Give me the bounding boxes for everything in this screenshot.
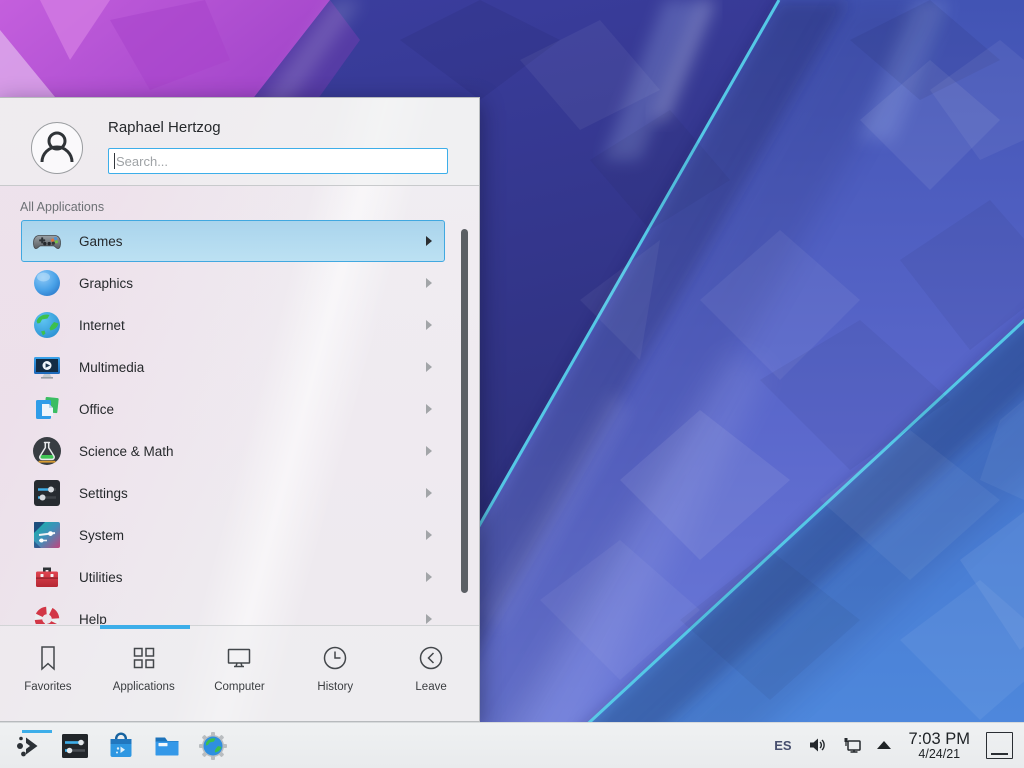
- keyboard-layout-indicator[interactable]: ES: [774, 738, 791, 753]
- user-avatar-icon: [32, 123, 82, 173]
- category-system[interactable]: System: [21, 514, 445, 556]
- category-science-math[interactable]: Science & Math: [21, 430, 445, 472]
- globe-icon: [31, 309, 63, 341]
- section-label: All Applications: [20, 200, 479, 214]
- network-icon: [841, 734, 863, 756]
- category-utilities[interactable]: Utilities: [21, 556, 445, 598]
- application-launcher-button[interactable]: [13, 730, 45, 762]
- submenu-arrow-icon: [426, 572, 432, 582]
- category-settings[interactable]: Settings: [21, 472, 445, 514]
- launcher-header: Raphael Hertzog: [0, 98, 479, 186]
- toolbox-icon: [31, 561, 63, 593]
- clock-date: 4/24/21: [918, 748, 960, 762]
- category-multimedia[interactable]: Multimedia: [21, 346, 445, 388]
- list-scrollbar[interactable]: [461, 229, 468, 593]
- application-launcher-menu: Raphael Hertzog All Applications: [0, 97, 480, 722]
- category-graphics[interactable]: Graphics: [21, 262, 445, 304]
- category-label: Science & Math: [79, 444, 174, 459]
- tab-label: Leave: [415, 681, 446, 693]
- bookmark-icon: [33, 643, 63, 673]
- submenu-arrow-icon: [426, 236, 432, 246]
- computer-icon: [224, 643, 254, 673]
- flask-icon: [31, 435, 63, 467]
- show-desktop-button[interactable]: [986, 732, 1013, 759]
- monitor-play-icon: [31, 351, 63, 383]
- leave-icon: [416, 643, 446, 673]
- sphere-icon: [31, 267, 63, 299]
- tab-favorites[interactable]: Favorites: [0, 626, 96, 721]
- taskbar-panel: ES 7:03 PM 4/24/21: [0, 722, 1024, 768]
- search-input[interactable]: [108, 148, 448, 174]
- category-label: Office: [79, 402, 114, 417]
- kde-launcher-icon: [13, 730, 45, 762]
- category-label: System: [79, 528, 124, 543]
- desktop: Raphael Hertzog All Applications: [0, 0, 1024, 768]
- text-caret: [114, 153, 115, 169]
- system-sliders-icon: [31, 519, 63, 551]
- user-name: Raphael Hertzog: [108, 119, 221, 136]
- lifebuoy-icon: [31, 603, 63, 624]
- submenu-arrow-icon: [426, 530, 432, 540]
- category-office[interactable]: Office: [21, 388, 445, 430]
- tab-label: Favorites: [24, 681, 71, 693]
- category-help[interactable]: Help: [21, 598, 445, 624]
- submenu-arrow-icon: [426, 446, 432, 456]
- globe-gear-icon: [197, 730, 229, 762]
- category-label: Multimedia: [79, 360, 144, 375]
- shopping-bag-icon: [105, 730, 137, 762]
- submenu-arrow-icon: [426, 320, 432, 330]
- sliders-icon: [31, 477, 63, 509]
- tab-applications[interactable]: Applications: [96, 626, 192, 721]
- documents-icon: [31, 393, 63, 425]
- search-field-wrap: [108, 148, 448, 174]
- submenu-arrow-icon: [426, 488, 432, 498]
- tab-leave[interactable]: Leave: [383, 626, 479, 721]
- gamepad-icon: [31, 225, 63, 257]
- folder-icon: [151, 730, 183, 762]
- history-clock-icon: [320, 643, 350, 673]
- category-label: Games: [79, 234, 123, 249]
- tab-history[interactable]: History: [287, 626, 383, 721]
- active-tab-indicator: [100, 625, 190, 629]
- category-internet[interactable]: Internet: [21, 304, 445, 346]
- submenu-arrow-icon: [426, 278, 432, 288]
- network-button[interactable]: [841, 734, 863, 756]
- category-label: Internet: [79, 318, 125, 333]
- active-task-indicator: [22, 730, 52, 733]
- category-label: Settings: [79, 486, 128, 501]
- category-label: Utilities: [79, 570, 123, 585]
- expand-arrow-icon[interactable]: [877, 741, 891, 749]
- tab-label: Applications: [113, 681, 175, 693]
- launcher-tab-bar: Favorites Applications Computer: [0, 625, 479, 721]
- digital-clock[interactable]: 7:03 PM 4/24/21: [909, 730, 970, 762]
- category-list: Games Graphics: [0, 220, 479, 624]
- category-label: Graphics: [79, 276, 133, 291]
- user-avatar-button[interactable]: [31, 122, 83, 174]
- volume-button[interactable]: [807, 734, 829, 756]
- file-manager-button[interactable]: [151, 730, 183, 762]
- web-browser-button[interactable]: [197, 730, 229, 762]
- settings-sliders-icon: [59, 730, 91, 762]
- tab-label: History: [317, 681, 353, 693]
- system-settings-button[interactable]: [59, 730, 91, 762]
- discover-button[interactable]: [105, 730, 137, 762]
- submenu-arrow-icon: [426, 404, 432, 414]
- submenu-arrow-icon: [426, 362, 432, 372]
- category-games[interactable]: Games: [21, 220, 445, 262]
- app-grid-icon: [129, 643, 159, 673]
- clock-time: 7:03 PM: [909, 730, 970, 748]
- submenu-arrow-icon: [426, 614, 432, 624]
- tab-computer[interactable]: Computer: [192, 626, 288, 721]
- volume-icon: [807, 734, 829, 756]
- system-tray: ES 7:03 PM 4/24/21: [765, 730, 1018, 762]
- category-label: Help: [79, 612, 107, 625]
- tab-label: Computer: [214, 681, 265, 693]
